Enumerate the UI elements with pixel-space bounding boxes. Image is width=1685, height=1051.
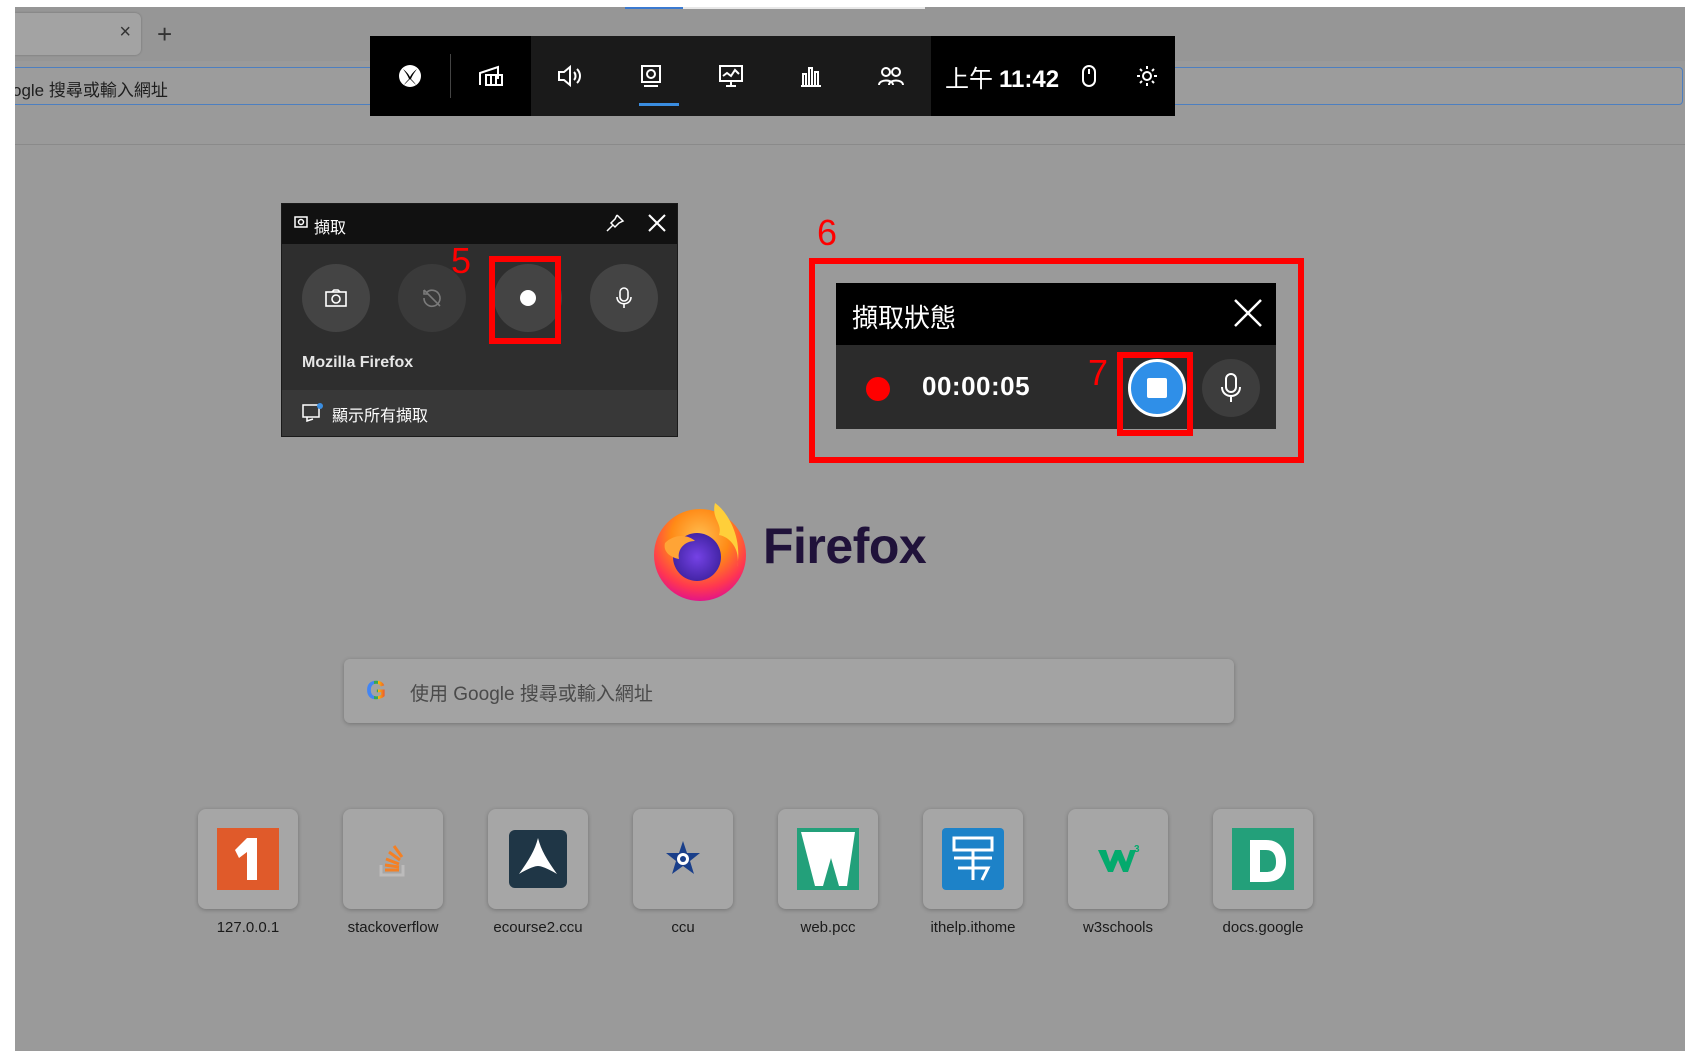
capture-icon (641, 65, 661, 87)
capture-icon (294, 216, 308, 228)
annotation-number-5: 5 (451, 240, 472, 281)
settings-button[interactable] (1119, 36, 1175, 116)
show-all-captures-link[interactable]: 顯示所有擷取 (332, 402, 428, 426)
capture-widget-header: 擷取 (282, 204, 677, 244)
browser-tab[interactable]: × (15, 13, 141, 55)
capture-app-name: Mozilla Firefox (302, 354, 414, 371)
performance-button[interactable] (691, 36, 771, 116)
toolbar-divider (15, 144, 1685, 145)
top-site-ithelp[interactable]: ithelp.ithome (923, 809, 1023, 936)
mouse-button[interactable] (1059, 36, 1119, 116)
google-icon-letter: G (366, 675, 387, 705)
ithelp-icon (923, 809, 1023, 909)
svg-text:3: 3 (1134, 844, 1140, 855)
performance-icon (719, 65, 743, 87)
url-bar-text: ogle 搜尋或輸入網址 (15, 81, 168, 100)
webpcc-icon (778, 809, 878, 909)
game-bar-left (370, 36, 531, 116)
site-label: ccu (671, 919, 695, 936)
clock: 上午 11:42 (945, 59, 1059, 94)
site-label: web.pcc (800, 919, 856, 936)
stackoverflow-icon (343, 809, 443, 909)
firefox-logo-icon (654, 503, 746, 601)
annotation-box-6 (809, 258, 1304, 463)
game-bar-right: 上午 11:42 (931, 36, 1176, 116)
site-label: ecourse2.ccu (493, 919, 583, 936)
xbox-game-bar: 上午 11:42 (370, 36, 1176, 116)
top-site-webpcc[interactable]: web.pcc (778, 809, 878, 936)
site-label: stackoverflow (347, 919, 439, 936)
xbox-button[interactable] (370, 36, 450, 116)
search-placeholder: 使用 Google 搜尋或輸入網址 (410, 684, 653, 705)
google-search-box[interactable]: G 使用 Google 搜尋或輸入網址 (344, 659, 1234, 723)
widget-menu-icon (479, 65, 503, 86)
annotation-number-7: 7 (1088, 352, 1109, 393)
clock-ampm: 上午 (945, 65, 993, 93)
w3schools-icon: 3 (1068, 809, 1168, 909)
docsgoogle-icon (1213, 809, 1313, 909)
record-last-icon (423, 289, 441, 308)
top-site-127[interactable]: 127.0.0.1 (198, 809, 298, 936)
capture-button[interactable] (611, 36, 691, 116)
firefox-wordmark: Firefox (763, 518, 927, 574)
widget-menu-button[interactable] (451, 36, 531, 116)
game-bar-widgets (531, 36, 931, 116)
annotation-box-5 (489, 256, 561, 344)
top-site-stackoverflow[interactable]: stackoverflow (343, 809, 443, 936)
annotation-number-6: 6 (817, 212, 838, 253)
xbox-icon (399, 65, 421, 87)
resources-icon (801, 67, 821, 87)
microphone-button[interactable] (590, 264, 658, 332)
ecourse2-icon (488, 809, 588, 909)
audio-button[interactable] (531, 36, 611, 116)
audio-icon (558, 64, 581, 88)
camera-icon (325, 289, 347, 307)
social-button[interactable] (851, 36, 931, 116)
close-icon[interactable] (646, 212, 668, 234)
google-icon: G (366, 675, 386, 706)
microphone-icon (616, 287, 632, 308)
annotation-box-7 (1117, 352, 1193, 436)
social-icon (878, 67, 904, 86)
site-label: w3schools (1082, 919, 1154, 936)
capture-widget-title: 擷取 (314, 220, 347, 237)
clock-time: 11:42 (999, 65, 1060, 93)
top-site-ccu[interactable]: ccu (633, 809, 733, 936)
ccu-icon (633, 809, 733, 909)
browser-window: × + ogle 搜尋或輸入網址 Firefox G 使用 Google 搜尋或… (15, 7, 1685, 1051)
site-label: ithelp.ithome (930, 919, 1016, 936)
resources-button[interactable] (771, 36, 851, 116)
capture-widget: 擷取 Mozilla Firefox 顯示所有擷取 (281, 203, 678, 437)
show-all-captures-row[interactable]: 顯示所有擷取 (282, 390, 677, 436)
site-label: docs.google (1222, 919, 1304, 936)
site-label: 127.0.0.1 (216, 919, 280, 936)
pin-icon[interactable] (604, 212, 626, 234)
top-site-docsgoogle[interactable]: docs.google (1213, 809, 1313, 936)
mouse-icon (1082, 65, 1097, 87)
new-tab-button[interactable]: + (157, 20, 172, 48)
site-127-icon (198, 809, 298, 909)
top-site-ecourse2[interactable]: ecourse2.ccu (488, 809, 588, 936)
top-site-w3schools[interactable]: 3 w3schools (1068, 809, 1168, 936)
gallery-icon (302, 403, 323, 422)
tab-line-accent (625, 7, 683, 9)
tab-close-button[interactable]: × (119, 20, 131, 44)
settings-icon (1137, 66, 1158, 86)
screenshot-button[interactable] (302, 264, 370, 332)
